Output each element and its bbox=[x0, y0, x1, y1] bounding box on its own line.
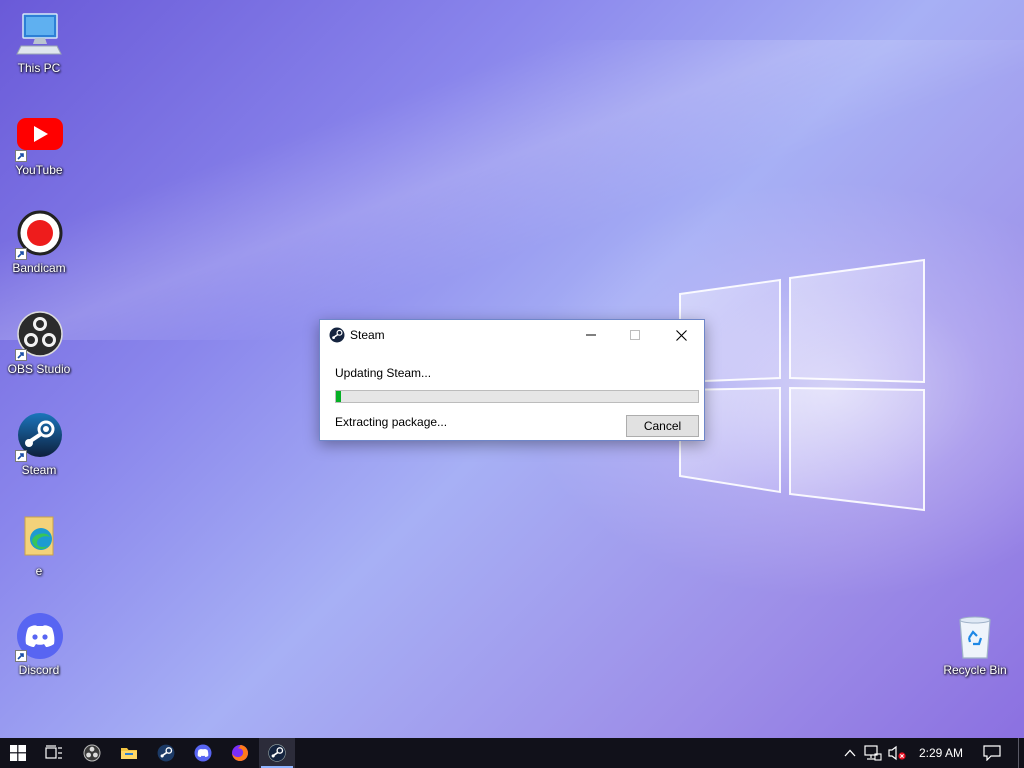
steam-icon bbox=[157, 744, 175, 762]
desktop-icon-label: Recycle Bin bbox=[943, 663, 1007, 677]
network-button[interactable] bbox=[862, 738, 884, 768]
desktop-icon-e[interactable]: e bbox=[1, 513, 77, 578]
desktop-icon-bandicam[interactable]: Bandicam bbox=[1, 210, 77, 275]
volume-button[interactable] bbox=[886, 738, 908, 768]
progress-fill bbox=[336, 391, 342, 402]
desktop-icon-this-pc[interactable]: This PC bbox=[1, 10, 77, 75]
steam-icon bbox=[268, 744, 286, 762]
recycle-bin-icon bbox=[959, 616, 991, 659]
show-desktop-button[interactable] bbox=[1018, 738, 1019, 768]
obs-icon bbox=[83, 744, 101, 762]
desktop-icon-label: YouTube bbox=[15, 163, 63, 177]
shortcut-arrow-icon bbox=[15, 650, 27, 662]
desktop-icon-discord[interactable]: Discord bbox=[1, 612, 77, 677]
show-hidden-icons-button[interactable] bbox=[840, 738, 860, 768]
close-button[interactable] bbox=[658, 320, 704, 350]
discord-icon bbox=[194, 744, 212, 762]
chevron-up-icon bbox=[844, 749, 856, 757]
desktop-icon-label: e bbox=[35, 564, 43, 578]
dialog-titlebar[interactable]: Steam bbox=[320, 320, 704, 350]
windows-wallpaper-logo bbox=[679, 258, 925, 512]
taskbar-file-explorer-button[interactable] bbox=[111, 738, 147, 768]
action-center-button[interactable] bbox=[980, 738, 1004, 768]
close-icon bbox=[675, 329, 687, 341]
desktop-icon-label: Discord bbox=[18, 663, 60, 677]
taskbar-steam-button[interactable] bbox=[148, 738, 184, 768]
notification-icon bbox=[983, 745, 1001, 761]
volume-muted-icon bbox=[888, 745, 906, 761]
desktop-icon-obs-studio[interactable]: OBS Studio bbox=[1, 311, 77, 376]
dialog-title: Steam bbox=[350, 328, 385, 342]
monitor-icon bbox=[16, 13, 62, 55]
firefox-icon bbox=[232, 745, 248, 761]
update-detail-text: Extracting package... bbox=[335, 415, 448, 429]
steam-update-dialog: Steam Updating Steam... Extracting packa… bbox=[319, 319, 705, 441]
desktop-icon-label: OBS Studio bbox=[7, 362, 71, 376]
steam-icon bbox=[329, 327, 345, 343]
folder-icon bbox=[121, 748, 137, 759]
desktop-icon-steam[interactable]: Steam bbox=[1, 412, 77, 477]
maximize-button[interactable] bbox=[612, 320, 658, 350]
task-view-button[interactable] bbox=[36, 738, 72, 768]
update-progress-bar bbox=[335, 390, 699, 403]
desktop-icon-label: Bandicam bbox=[12, 261, 66, 275]
maximize-icon bbox=[630, 330, 640, 340]
taskbar: 2:29 AM bbox=[0, 738, 1024, 768]
update-status-text: Updating Steam... bbox=[335, 366, 432, 380]
network-icon bbox=[864, 745, 882, 761]
windows-start-icon bbox=[10, 745, 26, 761]
minimize-icon bbox=[586, 334, 596, 336]
cancel-button[interactable]: Cancel bbox=[626, 415, 699, 437]
taskbar-clock[interactable]: 2:29 AM bbox=[906, 738, 976, 768]
desktop-icon-youtube[interactable]: YouTube bbox=[1, 112, 77, 177]
edge-file-icon bbox=[24, 516, 54, 556]
start-button[interactable] bbox=[0, 738, 36, 768]
shortcut-arrow-icon bbox=[15, 349, 27, 361]
desktop-icon-label: This PC bbox=[17, 61, 61, 75]
minimize-button[interactable] bbox=[568, 320, 614, 350]
taskbar-steam-dialog-button[interactable] bbox=[259, 738, 295, 768]
shortcut-arrow-icon bbox=[15, 150, 27, 162]
shortcut-arrow-icon bbox=[15, 450, 27, 462]
taskbar-discord-button[interactable] bbox=[185, 738, 221, 768]
desktop-icon-label: Steam bbox=[21, 463, 57, 477]
task-view-icon bbox=[45, 745, 62, 759]
desktop-icon-recycle-bin[interactable]: Recycle Bin bbox=[937, 612, 1013, 677]
taskbar-firefox-button[interactable] bbox=[222, 738, 258, 768]
taskbar-obs-button[interactable] bbox=[74, 738, 110, 768]
shortcut-arrow-icon bbox=[15, 248, 27, 260]
